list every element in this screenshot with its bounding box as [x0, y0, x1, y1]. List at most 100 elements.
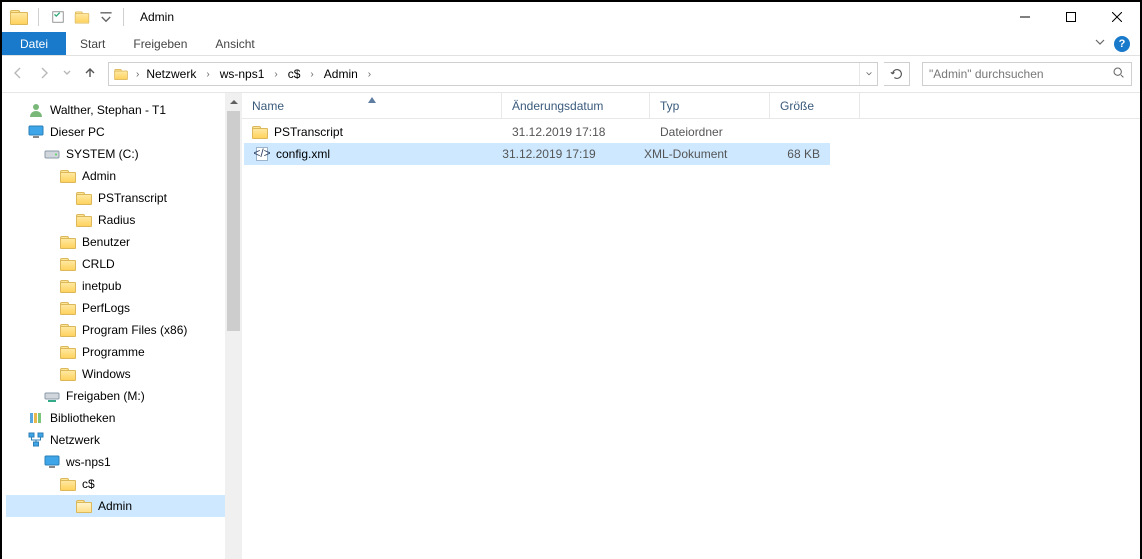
- column-size-label: Größe: [780, 99, 814, 113]
- tree-item[interactable]: Admin: [6, 165, 225, 187]
- navigation-bar: › Netzwerk›ws-nps1›c$›Admin›: [2, 56, 1140, 92]
- ribbon-tab-file[interactable]: Datei: [2, 32, 66, 55]
- folder-icon: [60, 256, 76, 272]
- tree-item-label: SYSTEM (C:): [66, 147, 139, 161]
- tree-item[interactable]: Netzwerk: [6, 429, 225, 451]
- tree-item[interactable]: Windows: [6, 363, 225, 385]
- tree-item[interactable]: inetpub: [6, 275, 225, 297]
- breadcrumb-segment[interactable]: ws-nps1: [216, 63, 269, 85]
- column-type[interactable]: Typ: [650, 93, 770, 118]
- nav-back-button[interactable]: [10, 65, 26, 84]
- scroll-up-icon[interactable]: [225, 93, 242, 110]
- tree-item[interactable]: PSTranscript: [6, 187, 225, 209]
- tree-item-label: Walther, Stephan - T1: [50, 103, 166, 117]
- column-type-label: Typ: [660, 99, 679, 113]
- minimize-button[interactable]: [1002, 2, 1048, 32]
- tree-item-label: Programme: [82, 345, 145, 359]
- xml-file-icon: </>: [254, 146, 270, 162]
- folder-icon: [60, 322, 76, 338]
- tree-item-label: Dieser PC: [50, 125, 105, 139]
- tree-item[interactable]: Radius: [6, 209, 225, 231]
- column-name-label: Name: [252, 99, 284, 113]
- breadcrumb-separator-icon: ›: [310, 69, 313, 80]
- qat-dropdown-icon[interactable]: [95, 6, 117, 28]
- quick-access-toolbar: [2, 6, 117, 28]
- ribbon-tab-share[interactable]: Freigeben: [119, 32, 201, 55]
- svg-text:</>: </>: [254, 146, 270, 160]
- column-headers: Name Änderungsdatum Typ Größe: [242, 93, 1140, 119]
- sort-indicator-icon: [368, 92, 376, 106]
- nav-up-button[interactable]: [82, 65, 98, 84]
- tree-item[interactable]: PerfLogs: [6, 297, 225, 319]
- breadcrumb-segment[interactable]: c$: [284, 63, 305, 85]
- tree-item-label: PerfLogs: [82, 301, 130, 315]
- ribbon-expand-icon[interactable]: [1094, 36, 1106, 51]
- tree-item[interactable]: c$: [6, 473, 225, 495]
- file-type: Dateiordner: [650, 125, 770, 139]
- tree-item-label: CRLD: [82, 257, 115, 271]
- tree-item-label: Admin: [98, 499, 132, 513]
- folder-icon: [60, 476, 76, 492]
- nav-recent-dropdown[interactable]: [62, 67, 72, 81]
- column-size[interactable]: Größe: [770, 93, 860, 118]
- tree-item[interactable]: Program Files (x86): [6, 319, 225, 341]
- column-name[interactable]: Name: [242, 93, 502, 118]
- tree-item-label: Bibliotheken: [50, 411, 115, 425]
- maximize-button[interactable]: [1048, 2, 1094, 32]
- file-date: 31.12.2019 17:18: [502, 125, 650, 139]
- breadcrumb-separator-icon: ›: [368, 69, 371, 80]
- folder-icon: [60, 300, 76, 316]
- tree-item[interactable]: ws-nps1: [6, 451, 225, 473]
- file-type: XML-Dokument: [634, 147, 749, 161]
- tree-item[interactable]: SYSTEM (C:): [6, 143, 225, 165]
- ribbon-tab-start[interactable]: Start: [66, 32, 119, 55]
- tree-item[interactable]: Benutzer: [6, 231, 225, 253]
- address-dropdown-icon[interactable]: [859, 63, 877, 85]
- drive-icon: [44, 146, 60, 162]
- address-bar[interactable]: › Netzwerk›ws-nps1›c$›Admin›: [108, 62, 878, 86]
- file-size: 68 KB: [749, 147, 830, 161]
- nav-forward-button[interactable]: [36, 65, 52, 84]
- ribbon-tab-view[interactable]: Ansicht: [201, 32, 268, 55]
- tree-item[interactable]: Dieser PC: [6, 121, 225, 143]
- tree-item[interactable]: CRLD: [6, 253, 225, 275]
- network-icon: [28, 432, 44, 448]
- separator: [38, 8, 39, 26]
- breadcrumb-segment[interactable]: Netzwerk: [142, 63, 200, 85]
- navigation-tree-pane: Walther, Stephan - T1 Dieser PC SYSTEM (C:…: [2, 93, 242, 559]
- properties-qat-icon[interactable]: [47, 6, 69, 28]
- tree-item[interactable]: Walther, Stephan - T1: [6, 99, 225, 121]
- address-folder-icon: [113, 68, 129, 81]
- tree-item-label: ws-nps1: [66, 455, 111, 469]
- breadcrumb-separator-icon: ›: [274, 69, 277, 80]
- file-list-pane: Name Änderungsdatum Typ Größe PSTranscri…: [242, 93, 1140, 559]
- tree-scrollbar[interactable]: [225, 93, 242, 559]
- window-controls: [1002, 2, 1140, 32]
- close-button[interactable]: [1094, 2, 1140, 32]
- navigation-tree[interactable]: Walther, Stephan - T1 Dieser PC SYSTEM (C:…: [2, 93, 225, 559]
- user-icon: [28, 102, 44, 118]
- window-title: Admin: [140, 10, 174, 24]
- tree-item-label: c$: [82, 477, 95, 491]
- app-icon[interactable]: [8, 6, 30, 28]
- tree-item-label: Benutzer: [82, 235, 130, 249]
- tree-item[interactable]: Admin: [6, 495, 225, 517]
- file-date: 31.12.2019 17:19: [492, 147, 634, 161]
- help-icon[interactable]: ?: [1114, 36, 1130, 52]
- tree-item[interactable]: Bibliotheken: [6, 407, 225, 429]
- refresh-button[interactable]: [884, 62, 910, 86]
- column-date[interactable]: Änderungsdatum: [502, 93, 650, 118]
- search-input[interactable]: [929, 67, 1125, 81]
- file-list[interactable]: PSTranscript31.12.2019 17:18Dateiordner<…: [242, 119, 1140, 559]
- folder-qat-icon[interactable]: [71, 6, 93, 28]
- library-icon: [28, 410, 44, 426]
- file-row[interactable]: </>config.xml31.12.2019 17:19XML-Dokumen…: [244, 143, 830, 165]
- title-bar: Admin: [2, 2, 1140, 32]
- breadcrumb-segment[interactable]: Admin: [320, 63, 362, 85]
- search-box[interactable]: [922, 62, 1132, 86]
- scroll-thumb[interactable]: [227, 111, 240, 331]
- tree-item[interactable]: Programme: [6, 341, 225, 363]
- tree-item[interactable]: Freigaben (M:): [6, 385, 225, 407]
- tree-item-label: Program Files (x86): [82, 323, 187, 337]
- file-row[interactable]: PSTranscript31.12.2019 17:18Dateiordner: [242, 121, 1140, 143]
